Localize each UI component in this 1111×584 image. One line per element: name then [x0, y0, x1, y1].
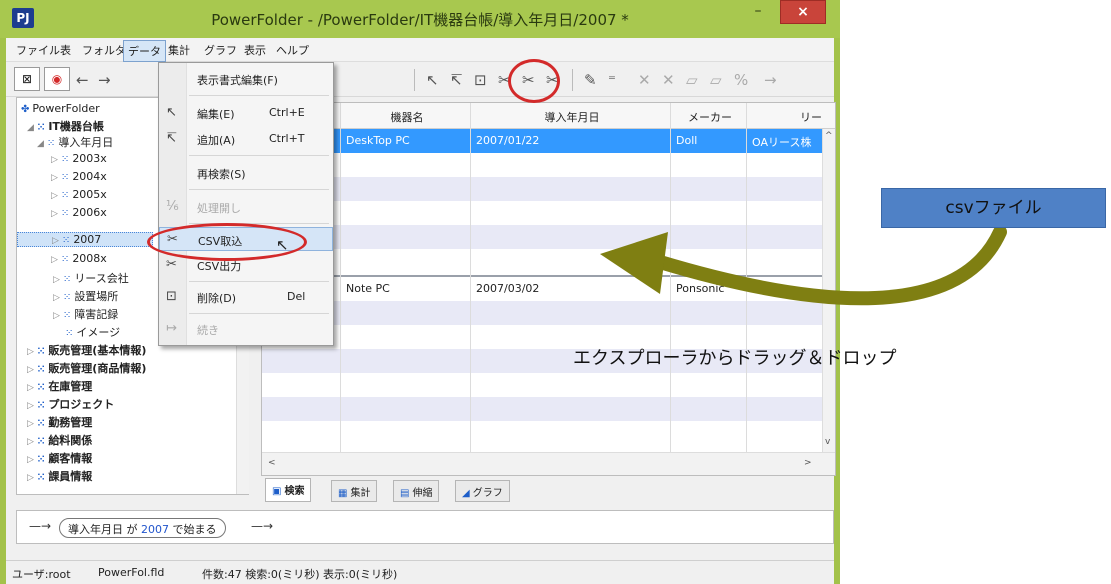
drag-arrow-shaft: [653, 225, 1007, 306]
drag-drop-caption: エクスプローラからドラッグ＆ドロップ: [573, 348, 897, 369]
drag-arrow: [600, 225, 1007, 306]
drag-arrow-head: [600, 232, 668, 294]
csv-file-callout: csvファイル: [881, 188, 1106, 228]
